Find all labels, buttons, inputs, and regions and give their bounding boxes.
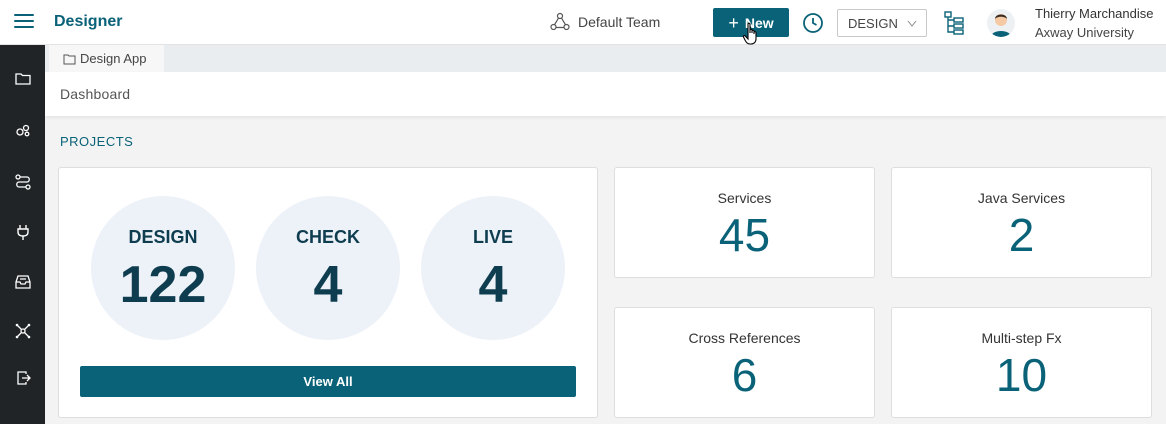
sidebar-item-services[interactable] — [0, 110, 45, 150]
services-icon — [15, 124, 29, 137]
app-title: Designer — [54, 13, 123, 30]
history-icon[interactable] — [802, 12, 824, 34]
breadcrumb: Dashboard — [60, 86, 131, 102]
environment-select[interactable]: DESIGN — [837, 9, 927, 37]
java-services-count: 2 — [1008, 209, 1035, 261]
hierarchy-icon[interactable] — [944, 11, 964, 35]
multistep-label: Multi-step Fx — [981, 330, 1062, 346]
java-services-label: Java Services — [977, 190, 1066, 206]
live-status-circle[interactable]: LIVE 4 — [421, 196, 565, 340]
design-label: DESIGN — [128, 227, 198, 247]
check-label: CHECK — [295, 227, 360, 247]
sidebar-item-flows[interactable] — [0, 162, 45, 202]
cross-references-card[interactable]: Cross References 6 — [614, 307, 875, 418]
plus-icon: + — [728, 12, 739, 33]
live-label: LIVE — [472, 227, 513, 247]
design-status-circle[interactable]: DESIGN 122 — [91, 196, 235, 340]
sidebar — [0, 45, 45, 424]
design-count: 122 — [119, 256, 207, 314]
multistep-count: 10 — [995, 349, 1048, 401]
top-header: Designer Default Team + New DESIGN Thier… — [0, 0, 1166, 45]
cross-references-count: 6 — [731, 349, 758, 401]
check-count: 4 — [313, 256, 343, 314]
services-card[interactable]: Services 45 — [614, 167, 875, 278]
sidebar-item-export[interactable] — [0, 358, 45, 398]
services-label: Services — [717, 190, 772, 206]
flow-icon — [14, 174, 31, 190]
plug-icon — [16, 225, 29, 240]
environment-value: DESIGN — [848, 15, 898, 31]
user-avatar-icon — [991, 14, 1011, 37]
page-header: Dashboard — [45, 72, 1166, 116]
sidebar-item-inbox[interactable] — [0, 262, 45, 302]
inbox-icon — [14, 275, 31, 289]
export-icon — [16, 371, 31, 385]
network-icon — [15, 323, 30, 339]
tab-label: Design App — [80, 51, 147, 66]
team-icon — [550, 12, 570, 31]
services-count: 45 — [718, 209, 771, 261]
team-name: Default Team — [578, 14, 661, 30]
user-organization: Axway University — [1035, 25, 1134, 40]
check-status-circle[interactable]: CHECK 4 — [256, 196, 400, 340]
projects-card: DESIGN 122 CHECK 4 LIVE 4 View All — [58, 167, 598, 418]
section-title: PROJECTS — [60, 134, 134, 149]
folder-icon — [63, 54, 76, 64]
hand-cursor-icon — [742, 22, 757, 45]
sidebar-item-network[interactable] — [0, 311, 45, 351]
sidebar-item-projects[interactable] — [0, 59, 45, 99]
live-count: 4 — [478, 256, 508, 314]
avatar[interactable] — [987, 9, 1015, 37]
tab-strip: Design App — [45, 45, 1166, 72]
java-services-card[interactable]: Java Services 2 — [891, 167, 1152, 278]
tab-design-app[interactable]: Design App — [49, 45, 164, 72]
sidebar-item-connectors[interactable] — [0, 212, 45, 252]
user-name: Thierry Marchandise — [1035, 6, 1154, 21]
multistep-card[interactable]: Multi-step Fx 10 — [891, 307, 1152, 418]
cross-references-label: Cross References — [688, 330, 801, 346]
menu-icon[interactable] — [14, 14, 34, 30]
chevron-down-icon — [907, 20, 917, 27]
team-selector[interactable]: Default Team — [550, 12, 660, 32]
view-all-button[interactable]: View All — [80, 366, 576, 397]
folder-icon — [14, 73, 31, 85]
